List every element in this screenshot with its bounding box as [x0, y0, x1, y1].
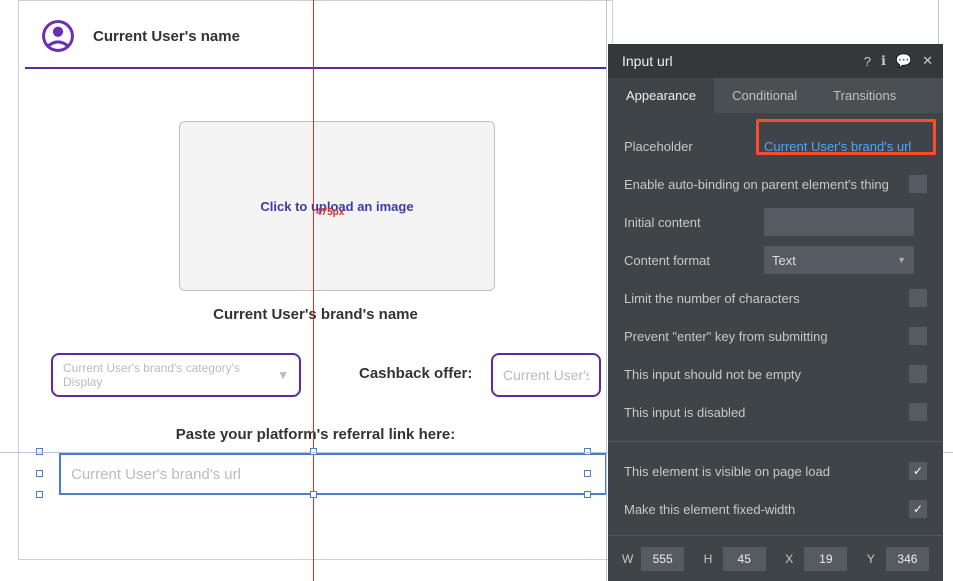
- prop-prevent-enter: Prevent "enter" key from submitting: [624, 317, 927, 355]
- auto-binding-label: Enable auto-binding on parent element's …: [624, 177, 909, 192]
- resize-handle[interactable]: [36, 491, 43, 498]
- content-format-label: Content format: [624, 253, 764, 268]
- dim-x-value[interactable]: 19: [804, 547, 847, 571]
- close-icon[interactable]: ✕: [922, 53, 933, 69]
- avatar-icon: [41, 19, 75, 53]
- chevron-down-icon: ▼: [277, 368, 289, 382]
- prop-placeholder: Placeholder Current User's brand's url: [624, 127, 927, 165]
- disabled-checkbox[interactable]: [909, 403, 927, 421]
- prop-initial-content: Initial content: [624, 203, 927, 241]
- dim-y-label: Y: [867, 552, 880, 566]
- auto-binding-checkbox[interactable]: [909, 175, 927, 193]
- prevent-enter-label: Prevent "enter" key from submitting: [624, 329, 909, 344]
- panel-body: Placeholder Current User's brand's url E…: [608, 113, 943, 528]
- category-placeholder: Current User's brand's category's Displa…: [63, 361, 277, 389]
- panel-tabs: Appearance Conditional Transitions: [608, 78, 943, 113]
- image-uploader[interactable]: Click to upload an image: [179, 121, 495, 291]
- url-input[interactable]: Current User's brand's url: [59, 453, 607, 495]
- header-divider: [25, 67, 606, 69]
- content-format-value: Text: [772, 253, 796, 268]
- visible-on-load-label: This element is visible on page load: [624, 464, 909, 479]
- dim-w-value[interactable]: 555: [641, 547, 684, 571]
- form-card: Current User's name Click to upload an i…: [18, 0, 613, 560]
- url-placeholder: Current User's brand's url: [71, 466, 241, 483]
- cashback-label: Cashback offer:: [359, 365, 472, 382]
- vertical-guide: [606, 0, 607, 581]
- initial-content-input[interactable]: [764, 208, 914, 236]
- chevron-down-icon: ▼: [897, 255, 906, 265]
- comment-icon[interactable]: 💬: [896, 53, 912, 69]
- panel-divider: [608, 441, 943, 442]
- prop-visible-on-load: This element is visible on page load: [624, 452, 927, 490]
- visible-on-load-checkbox[interactable]: [909, 462, 927, 480]
- dimension-label: 475px: [316, 207, 344, 218]
- editor-canvas[interactable]: Current User's name Click to upload an i…: [0, 0, 615, 581]
- prop-limit-chars: Limit the number of characters: [624, 279, 927, 317]
- dim-y-value[interactable]: 346: [886, 547, 929, 571]
- content-format-select[interactable]: Text ▼: [764, 246, 914, 274]
- panel-title: Input url: [622, 53, 673, 69]
- limit-chars-checkbox[interactable]: [909, 289, 927, 307]
- cashback-placeholder: Current User's: [503, 367, 589, 383]
- username-label: Current User's name: [93, 28, 240, 45]
- resize-handle[interactable]: [584, 470, 591, 477]
- tab-transitions[interactable]: Transitions: [815, 78, 914, 113]
- prop-not-empty: This input should not be empty: [624, 355, 927, 393]
- prevent-enter-checkbox[interactable]: [909, 327, 927, 345]
- paste-label: Paste your platform's referral link here…: [19, 426, 612, 443]
- initial-content-label: Initial content: [624, 215, 764, 230]
- dim-w-label: W: [622, 552, 635, 566]
- info-icon[interactable]: ℹ: [881, 53, 886, 69]
- resize-handle[interactable]: [36, 470, 43, 477]
- prop-auto-binding: Enable auto-binding on parent element's …: [624, 165, 927, 203]
- property-panel: Input url ? ℹ 💬 ✕ Appearance Conditional…: [608, 44, 943, 581]
- not-empty-label: This input should not be empty: [624, 367, 909, 382]
- help-icon[interactable]: ?: [864, 54, 871, 69]
- panel-header[interactable]: Input url ? ℹ 💬 ✕: [608, 44, 943, 78]
- limit-chars-label: Limit the number of characters: [624, 291, 909, 306]
- cashback-input[interactable]: Current User's: [491, 353, 601, 397]
- prop-disabled: This input is disabled: [624, 393, 927, 431]
- resize-handle[interactable]: [310, 491, 317, 498]
- dimensions-bar: W 555 H 45 X 19 Y 346: [608, 535, 943, 581]
- header-row: Current User's name: [19, 1, 612, 67]
- placeholder-value[interactable]: Current User's brand's url: [764, 139, 911, 154]
- placeholder-label: Placeholder: [624, 139, 764, 154]
- dim-h-label: H: [704, 552, 717, 566]
- dim-x-label: X: [785, 552, 798, 566]
- category-select[interactable]: Current User's brand's category's Displa…: [51, 353, 301, 397]
- fixed-width-checkbox[interactable]: [909, 500, 927, 518]
- prop-content-format: Content format Text ▼: [624, 241, 927, 279]
- disabled-label: This input is disabled: [624, 405, 909, 420]
- dim-h-value[interactable]: 45: [723, 547, 766, 571]
- prop-fixed-width: Make this element fixed-width: [624, 490, 927, 528]
- tab-appearance[interactable]: Appearance: [608, 78, 714, 113]
- tab-conditional[interactable]: Conditional: [714, 78, 815, 113]
- fixed-width-label: Make this element fixed-width: [624, 502, 909, 517]
- not-empty-checkbox[interactable]: [909, 365, 927, 383]
- brand-name-label: Current User's brand's name: [19, 306, 612, 323]
- resize-handle[interactable]: [584, 491, 591, 498]
